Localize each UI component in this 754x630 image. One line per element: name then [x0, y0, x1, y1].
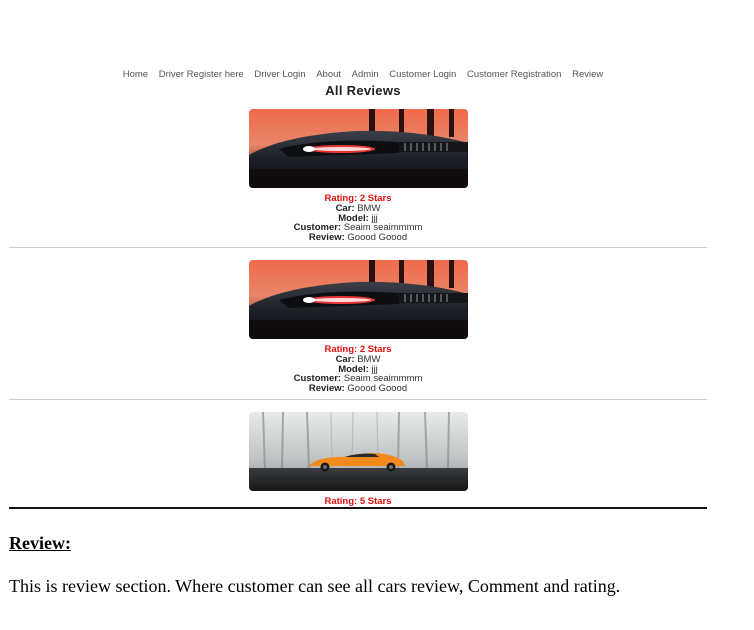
nav-driver-login[interactable]: Driver Login — [254, 69, 305, 80]
review-text-line: Review: Goood Goood — [9, 382, 707, 394]
divider — [9, 247, 707, 248]
review-section-text: This is review section. Where customer c… — [9, 576, 621, 596]
review-label: Review: — [308, 231, 345, 243]
review-text-line: Review: Goood Goood — [9, 231, 707, 243]
car-image — [248, 109, 468, 188]
page-title: All Reviews — [325, 83, 401, 98]
review-value: Goood Goood — [347, 231, 408, 243]
nav-driver-register[interactable]: Driver Register here — [159, 69, 244, 80]
review-card: Rating: 2 Stars Car: BMW Model: jjj Cust… — [9, 109, 707, 242]
nav-about[interactable]: About — [316, 69, 341, 80]
nav-customer-login[interactable]: Customer Login — [389, 69, 456, 80]
rating-text: Rating: 5 Stars — [324, 496, 392, 507]
review-value: Goood Goood — [347, 382, 408, 394]
nav-customer-registration[interactable]: Customer Registration — [467, 69, 562, 80]
car-image — [248, 412, 468, 491]
nav-admin[interactable]: Admin — [352, 69, 379, 80]
review-card: Rating: 5 Stars — [9, 412, 707, 507]
review-section-title: Review: — [9, 533, 71, 553]
car-image — [248, 260, 468, 339]
divider — [9, 399, 707, 400]
review-label: Review: — [308, 382, 345, 394]
nav-home[interactable]: Home — [123, 69, 148, 80]
section-rule — [9, 507, 707, 509]
top-nav: Home Driver Register here Driver Login A… — [0, 69, 726, 80]
review-card: Rating: 2 Stars Car: BMW Model: jjj Cust… — [9, 260, 707, 393]
nav-review[interactable]: Review — [572, 69, 603, 80]
